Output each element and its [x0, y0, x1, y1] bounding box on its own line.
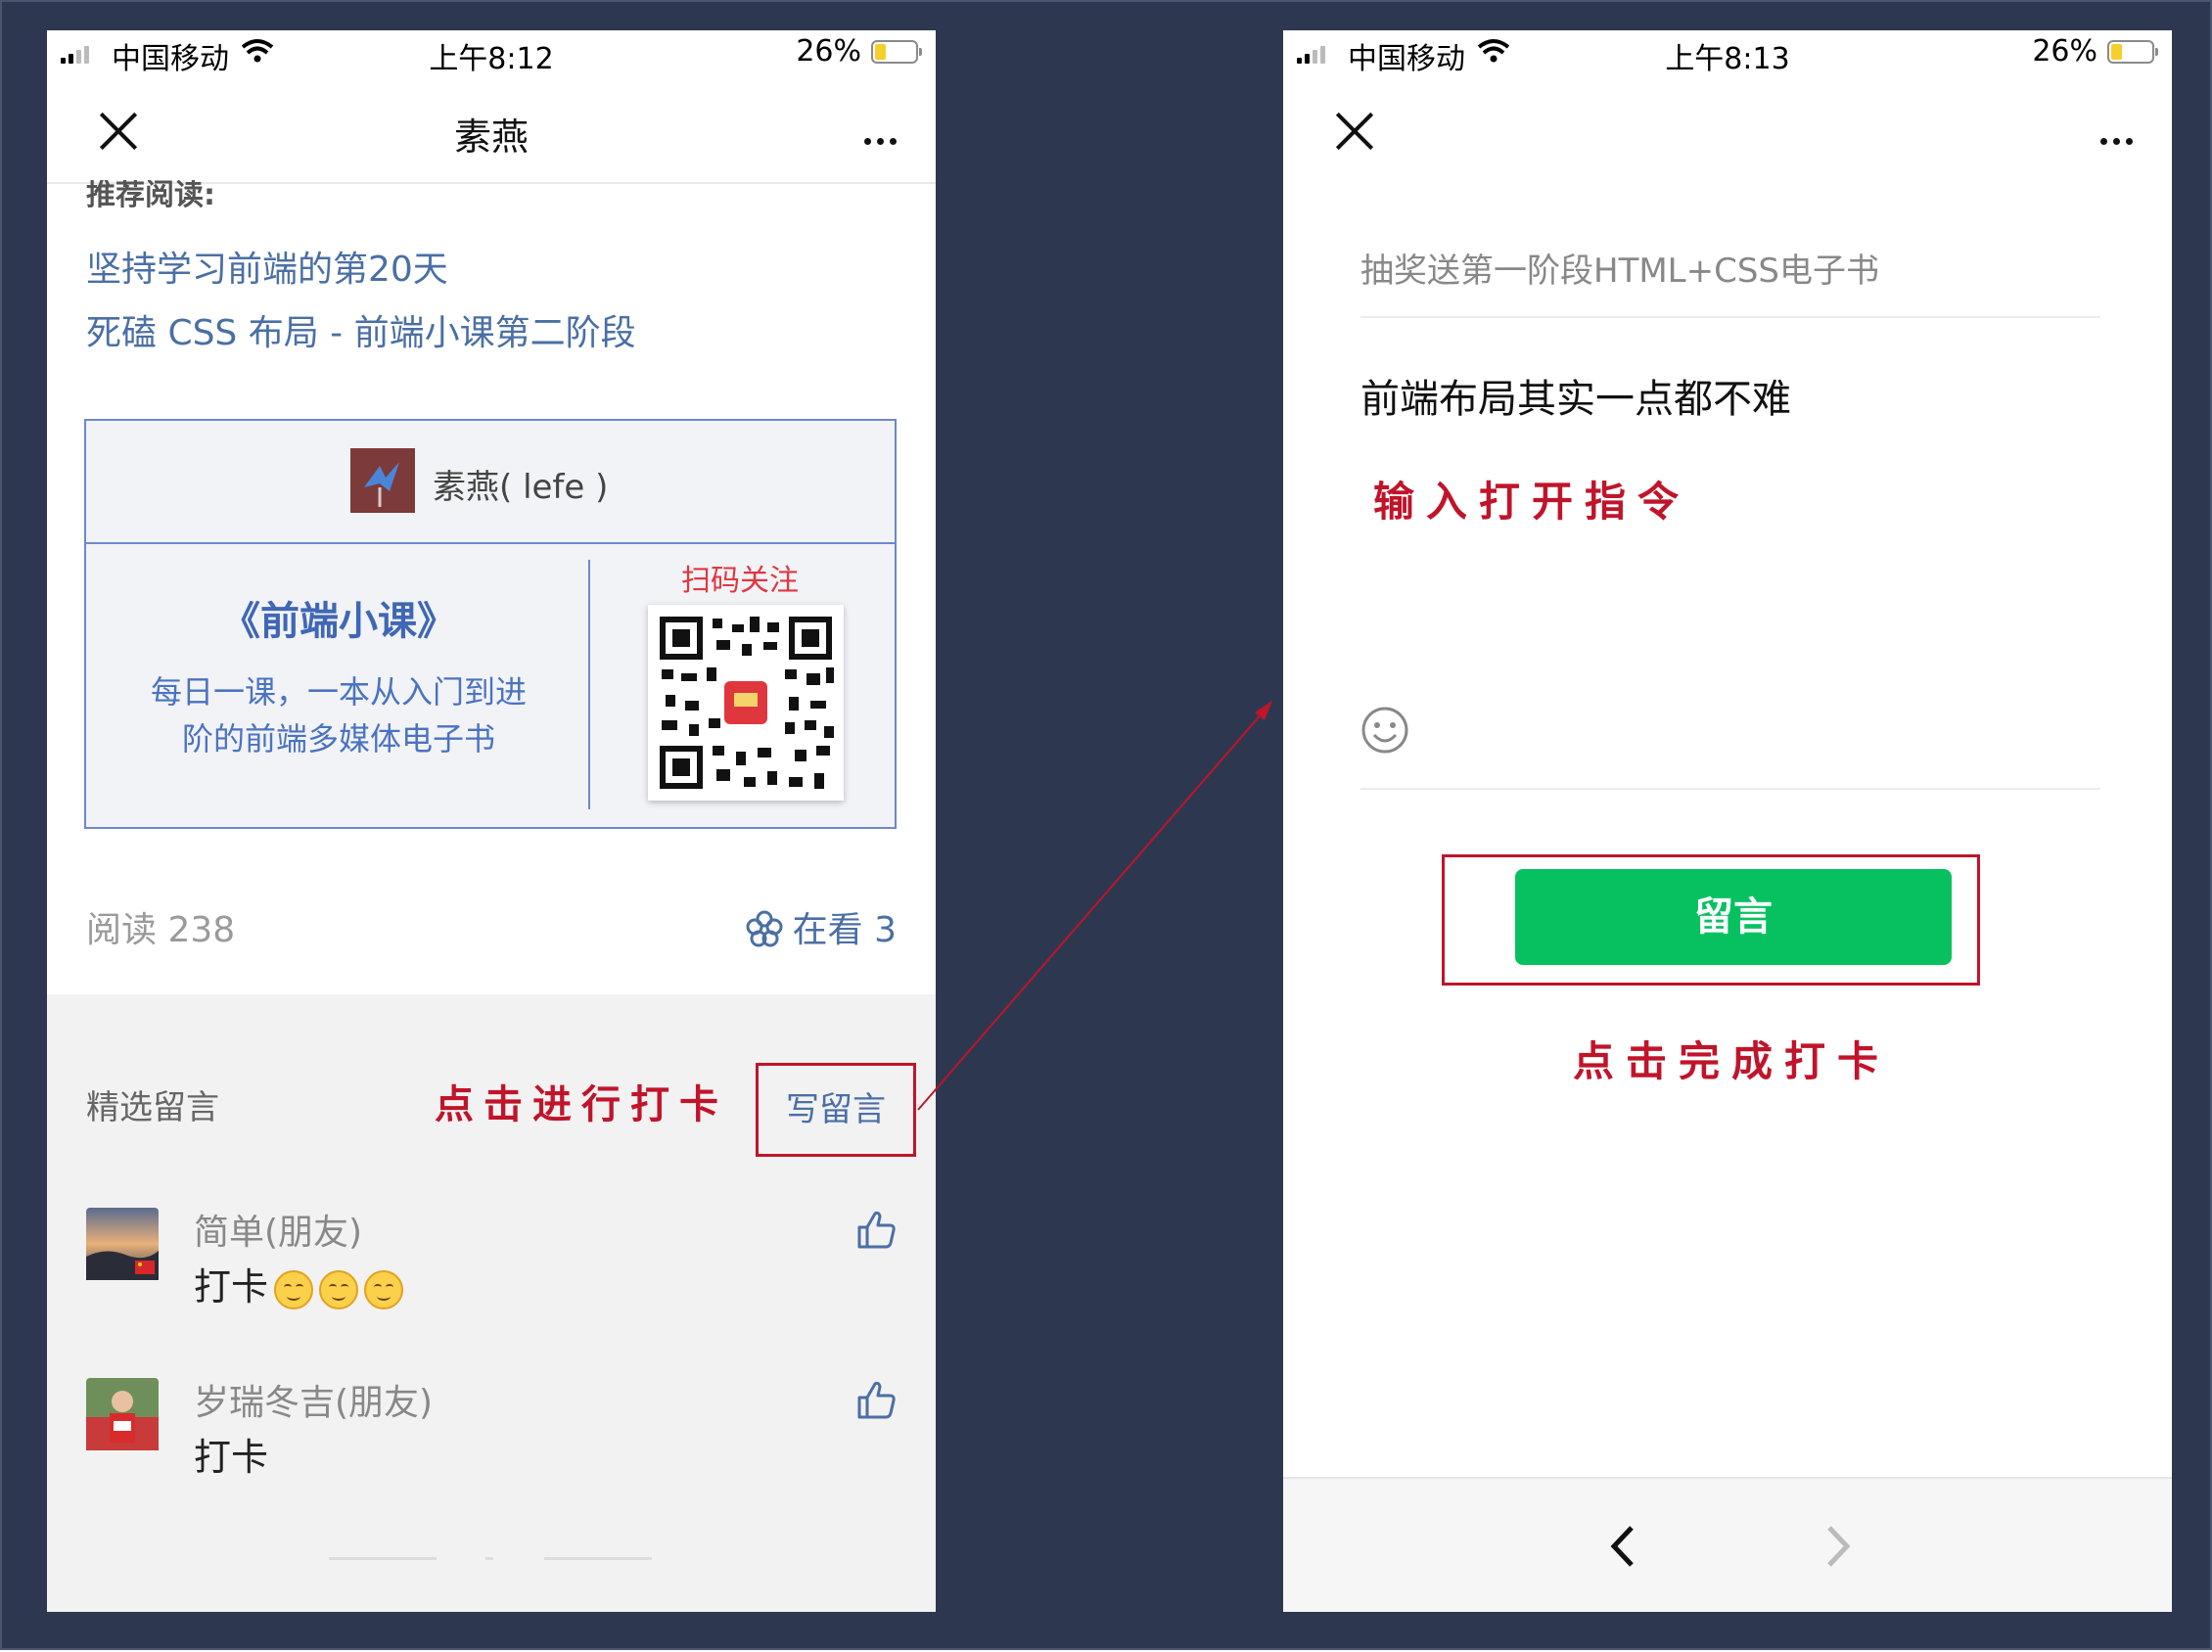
thumbs-up-icon[interactable] [855, 1378, 899, 1421]
recommend-link[interactable]: 坚持学习前端的第20天 [86, 241, 448, 292]
battery-percent: 26% [2032, 34, 2097, 69]
author-avatar [350, 448, 415, 513]
forward-arrow-icon[interactable] [1821, 1524, 1855, 1569]
back-arrow-icon[interactable] [1606, 1524, 1639, 1569]
comment-item: 简单(朋友) 打卡 [86, 1204, 899, 1331]
avatar [86, 1208, 159, 1280]
viewing-button[interactable]: 在看 3 [746, 901, 897, 952]
author-name: 素燕( lefe ) [433, 468, 609, 507]
flower-icon [746, 910, 783, 947]
comments-heading: 精选留言 [86, 1088, 219, 1127]
article-title: 抽奖送第一阶段HTML+CSS电子书 [1360, 252, 1880, 291]
nav-bar: 素燕 [47, 79, 936, 187]
recommend-link[interactable]: 死磕 CSS 布局 - 前端小课第二阶段 [86, 304, 636, 355]
page-title: 素燕 [453, 115, 529, 159]
comment-text: 打卡 [194, 1257, 404, 1310]
viewing-count: 在看 3 [792, 910, 897, 950]
smile-emoji-icon [274, 1269, 314, 1309]
close-icon[interactable] [1334, 111, 1375, 152]
divider [1360, 316, 2100, 318]
card-title: 《前端小课》 [221, 599, 456, 644]
comments-section: 精选留言 点击进行打卡 写留言 简单(朋友) 打卡 岁瑞冬吉(朋友) 打卡 [47, 994, 936, 1612]
read-count: 阅读 238 [86, 910, 236, 950]
scan-label: 扫码关注 [681, 564, 799, 598]
comment-text: 打卡 [194, 1436, 269, 1479]
comment-item: 岁瑞冬吉(朋友) 打卡 [86, 1374, 899, 1501]
card-desc-line: 阶的前端多媒体电子书 [181, 720, 495, 757]
submit-highlight-box: 留言 [1442, 854, 1980, 986]
thumbs-up-icon[interactable] [855, 1208, 899, 1251]
promo-card: 素燕( lefe ) 《前端小课》 每日一课，一本从入门到进 阶的前端多媒体电子… [84, 419, 897, 829]
nav-bar [1283, 79, 2172, 187]
battery-percent: 26% [796, 34, 861, 69]
page-indicator [329, 1557, 652, 1561]
write-comment-button[interactable]: 写留言 [756, 1063, 916, 1157]
more-icon[interactable] [858, 130, 897, 149]
annotation-enter-command: 输入打开指令 [1373, 478, 1691, 526]
battery-icon [2107, 40, 2158, 64]
submit-comment-button[interactable]: 留言 [1515, 869, 1952, 965]
status-bar: 中国移动 上午8:13 26% [1283, 30, 2172, 79]
bottom-toolbar [1283, 1477, 2172, 1612]
left-phone-screen: 中国移动 上午8:12 26% 素燕 推荐阅读: 坚持学习前端的第20天 死磕 … [47, 30, 936, 1612]
annotation-tap-to-finish: 点击完成打卡 [1573, 1037, 1891, 1085]
tutorial-canvas: 中国移动 上午8:12 26% 素燕 推荐阅读: 坚持学习前端的第20天 死磕 … [0, 0, 2212, 1650]
comment-author: 岁瑞冬吉(朋友) [194, 1383, 434, 1423]
avatar [86, 1378, 159, 1450]
smile-emoji-icon [364, 1269, 404, 1309]
emoji-icon[interactable] [1360, 706, 1409, 755]
divider [1360, 788, 2100, 790]
right-phone-screen: 中国移动 上午8:13 26% 抽奖送第一阶段HTML+CSS电子书 前端布局其… [1283, 30, 2172, 1612]
comment-author: 简单(朋友) [194, 1213, 363, 1253]
qr-code-image [648, 605, 844, 801]
status-bar: 中国移动 上午8:12 26% [47, 30, 936, 79]
battery-icon [871, 40, 922, 64]
comment-input[interactable]: 前端布局其实一点都不难 [1360, 367, 1791, 424]
card-author-row: 素燕( lefe ) [86, 421, 895, 544]
more-icon[interactable] [2095, 130, 2133, 149]
annotation-tap-to-checkin: 点击进行打卡 [435, 1081, 728, 1127]
smile-emoji-icon [319, 1269, 359, 1309]
card-desc-line: 每日一课，一本从入门到进 [150, 673, 527, 711]
